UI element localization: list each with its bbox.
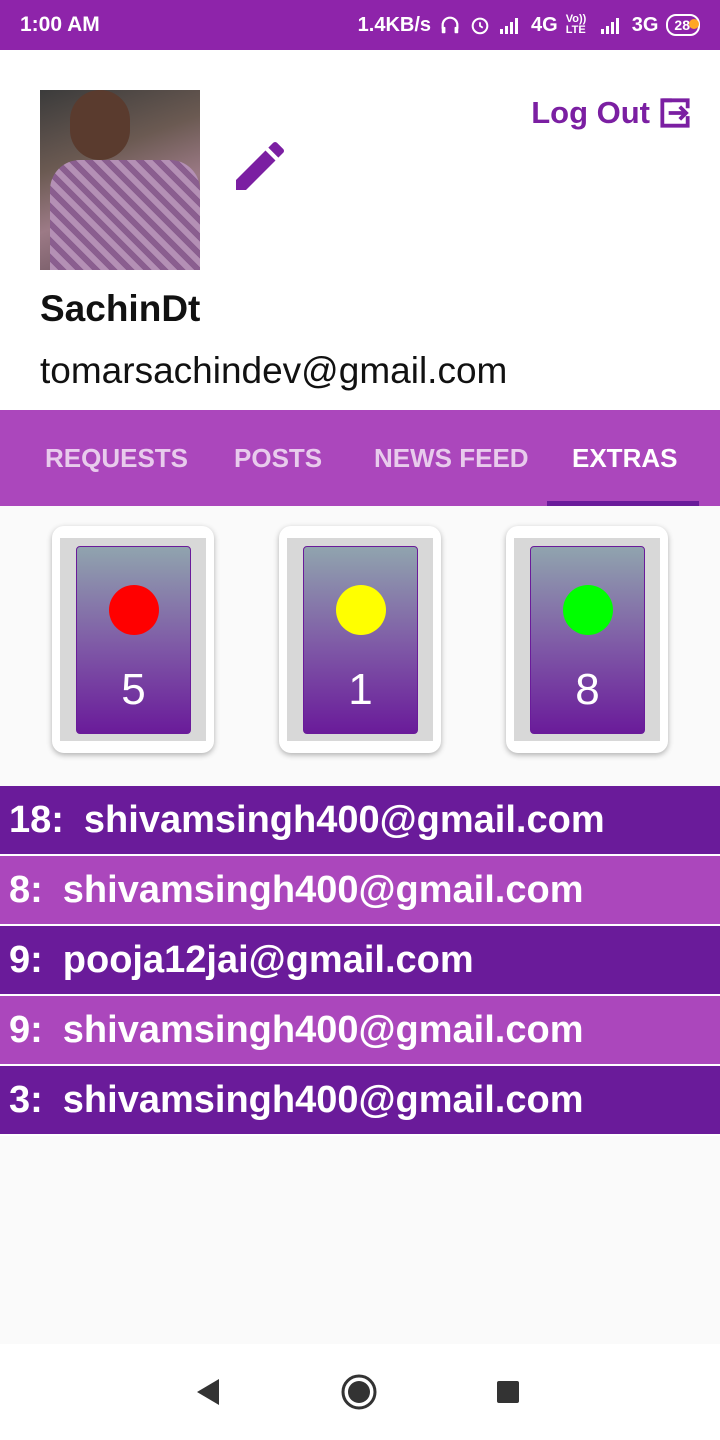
back-button[interactable] (188, 1372, 228, 1412)
entry-index: 18: (9, 798, 64, 841)
tab-requests[interactable]: REQUESTS (45, 410, 188, 506)
tab-extras[interactable]: EXTRAS (572, 410, 677, 506)
signal-icon (500, 18, 519, 34)
home-button[interactable] (339, 1372, 379, 1412)
entry-email: pooja12jai@gmail.com (62, 938, 474, 981)
battery-level: 28 (674, 17, 690, 33)
entry-email: shivamsingh400@gmail.com (62, 1078, 584, 1121)
tab-news-feed[interactable]: NEWS FEED (374, 410, 529, 506)
stat-count: 1 (348, 665, 373, 714)
network-type-1: 4G (531, 13, 558, 36)
stat-cards: 5 1 8 (0, 506, 720, 786)
stat-count: 5 (121, 665, 146, 714)
entries-list: 18: shivamsingh400@gmail.com 8: shivamsi… (0, 786, 720, 1136)
volte-label: Vo)) LTE (565, 13, 587, 36)
list-item[interactable]: 9: shivamsingh400@gmail.com (0, 996, 720, 1066)
user-email: tomarsachindev@gmail.com (40, 350, 508, 391)
card-frame: 5 (60, 538, 206, 741)
card-panel: 5 (76, 546, 191, 734)
alarm-icon (471, 17, 489, 35)
system-nav-bar (0, 1344, 720, 1440)
stat-count: 8 (575, 665, 600, 714)
username: SachinDt (40, 288, 201, 329)
entry-email: shivamsingh400@gmail.com (62, 868, 584, 911)
logout-button[interactable]: Log Out (531, 94, 694, 132)
recents-icon (497, 1381, 519, 1403)
list-item[interactable]: 3: shivamsingh400@gmail.com (0, 1066, 720, 1136)
home-icon (341, 1374, 377, 1410)
entry-index: 3: (9, 1078, 43, 1121)
avatar[interactable] (40, 90, 200, 270)
status-dot-green (563, 585, 613, 635)
card-panel: 1 (303, 546, 418, 734)
status-icons: 1.4KB/s 4G Vo)) LTE 3G 28 (358, 14, 700, 37)
network-speed: 1.4KB/s (357, 13, 432, 36)
avatar-face (70, 90, 130, 160)
logout-icon (660, 98, 690, 128)
card-frame: 8 (514, 538, 660, 741)
back-icon (197, 1379, 219, 1405)
battery-charge-dot (689, 19, 699, 29)
stat-card-green[interactable]: 8 (506, 526, 668, 753)
avatar-shirt (50, 160, 200, 270)
list-item[interactable]: 9: pooja12jai@gmail.com (0, 926, 720, 996)
recents-button[interactable] (488, 1372, 528, 1412)
list-item[interactable]: 18: shivamsingh400@gmail.com (0, 786, 720, 856)
entry-email: shivamsingh400@gmail.com (62, 1008, 584, 1051)
entry-index: 9: (9, 1008, 43, 1051)
profile-header: Log Out SachinDt tomarsachindev@gmail.co… (0, 50, 720, 410)
status-dot-red (109, 585, 159, 635)
entry-email: shivamsingh400@gmail.com (83, 798, 605, 841)
entry-index: 8: (9, 868, 43, 911)
status-bar: 1:00 AM 1.4KB/s 4G Vo)) LTE 3G 28 (0, 0, 720, 50)
pencil-icon[interactable] (228, 134, 292, 198)
stat-card-red[interactable]: 5 (52, 526, 214, 753)
headphones-icon (441, 16, 459, 34)
network-type-2: 3G (631, 13, 659, 36)
list-item[interactable]: 8: shivamsingh400@gmail.com (0, 856, 720, 926)
signal-icon (600, 18, 619, 34)
tab-bar: REQUESTS POSTS NEWS FEED EXTRAS (0, 410, 720, 506)
stat-card-yellow[interactable]: 1 (279, 526, 441, 753)
logout-label: Log Out (531, 95, 650, 130)
status-time: 1:00 AM (20, 13, 100, 36)
battery-indicator: 28 (666, 14, 700, 36)
tab-posts[interactable]: POSTS (234, 410, 322, 506)
card-panel: 8 (530, 546, 645, 734)
entry-index: 9: (9, 938, 43, 981)
status-dot-yellow (336, 585, 386, 635)
card-frame: 1 (287, 538, 433, 741)
